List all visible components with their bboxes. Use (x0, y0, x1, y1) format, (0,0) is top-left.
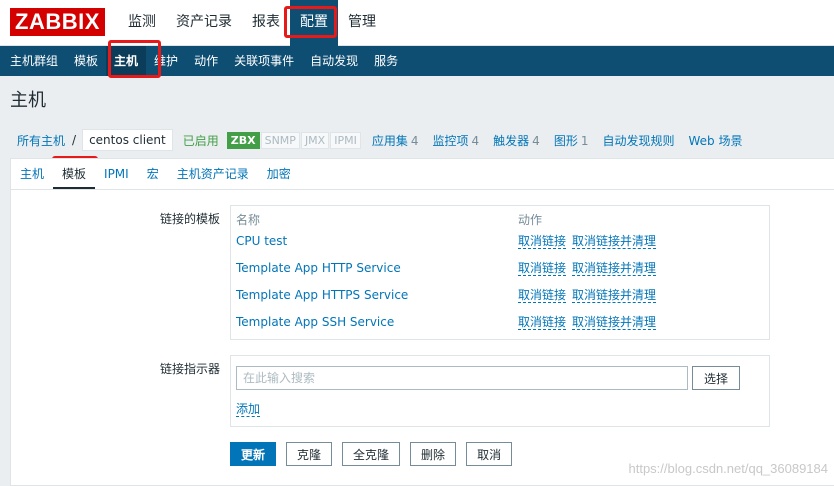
top-header: ZABBIX 监测 资产记录 报表 配置 管理 (0, 0, 834, 46)
template-name-link[interactable]: Template App HTTPS Service (236, 288, 408, 302)
tab-divider (11, 189, 834, 190)
template-name-link[interactable]: Template App SSH Service (236, 315, 394, 329)
unlink-button[interactable]: 取消链接 (518, 315, 567, 330)
unlink-and-clear-button[interactable]: 取消链接并清理 (572, 261, 657, 276)
unlink-button[interactable]: 取消链接 (518, 288, 567, 303)
template-name-link[interactable]: Template App HTTP Service (236, 261, 401, 275)
select-button[interactable]: 选择 (692, 366, 740, 390)
link-items[interactable]: 监控项 4 (433, 132, 480, 149)
submenu-discovery[interactable]: 自动发现 (302, 46, 366, 76)
submenu-host-groups[interactable]: 主机群组 (2, 46, 66, 76)
tab-templates[interactable]: 模板 (53, 159, 96, 189)
link-applications[interactable]: 应用集 4 (372, 132, 419, 149)
clone-button[interactable]: 克隆 (286, 442, 333, 466)
unlink-and-clear-button[interactable]: 取消链接并清理 (572, 288, 657, 303)
watermark: https://blog.csdn.net/qq_36089184 (628, 461, 829, 476)
host-breadcrumb: 所有主机 / centos client 已启用 ZBX SNMP JMX IP… (10, 124, 756, 156)
menu-configuration[interactable]: 配置 (290, 0, 338, 46)
availability-badges: ZBX SNMP JMX IPMI (226, 131, 362, 149)
submenu-maintenance[interactable]: 维护 (146, 46, 186, 76)
full-clone-button[interactable]: 全克隆 (342, 442, 401, 466)
submenu-hosts[interactable]: 主机 (106, 46, 147, 76)
breadcrumb-separator: / (72, 133, 77, 147)
menu-inventory[interactable]: 资产记录 (166, 0, 242, 46)
submenu-actions[interactable]: 动作 (186, 46, 226, 76)
linked-templates-label: 链接的模板 (159, 212, 220, 226)
sub-menu: 主机群组 模板 主机 维护 动作 关联项事件 自动发现 服务 (0, 46, 834, 76)
tab-macros[interactable]: 宏 (138, 159, 168, 189)
main-menu: 监测 资产记录 报表 配置 管理 (118, 0, 386, 46)
column-action-header: 动作 (518, 213, 543, 227)
unlink-button[interactable]: 取消链接 (518, 234, 567, 249)
badge-jmx: JMX (300, 131, 330, 149)
unlink-button[interactable]: 取消链接 (518, 261, 567, 276)
badge-zbx: ZBX (226, 131, 260, 149)
host-tabs: 主机 模板 IPMI 宏 主机资产记录 加密 (11, 159, 300, 189)
breadcrumb-current-host: centos client (82, 129, 173, 151)
cancel-button[interactable]: 取消 (466, 442, 513, 466)
link-triggers[interactable]: 触发器 4 (493, 132, 540, 149)
menu-reports[interactable]: 报表 (242, 0, 290, 46)
unlink-and-clear-button[interactable]: 取消链接并清理 (572, 315, 657, 330)
unlink-and-clear-button[interactable]: 取消链接并清理 (572, 234, 657, 249)
link-discovery-rules[interactable]: 自动发现规则 (602, 132, 674, 149)
menu-administration[interactable]: 管理 (338, 0, 386, 46)
update-button[interactable]: 更新 (230, 442, 277, 466)
link-graphs[interactable]: 图形 1 (554, 132, 589, 149)
menu-monitoring[interactable]: 监测 (118, 0, 166, 46)
submenu-templates[interactable]: 模板 (66, 46, 106, 76)
tab-encryption[interactable]: 加密 (258, 159, 300, 189)
link-web-scenarios[interactable]: Web 场景 (688, 132, 742, 149)
tab-host[interactable]: 主机 (11, 159, 53, 189)
column-name-header: 名称 (236, 213, 261, 227)
template-name-link[interactable]: CPU test (236, 234, 287, 248)
delete-button[interactable]: 删除 (410, 442, 457, 466)
submenu-event-correlation[interactable]: 关联项事件 (226, 46, 302, 76)
form-buttons: 更新 克隆 全克隆 删除 取消 (230, 442, 522, 466)
page-title: 主机 (10, 90, 46, 111)
template-search-input[interactable] (236, 366, 688, 390)
tab-inventory[interactable]: 主机资产记录 (168, 159, 258, 189)
badge-snmp: SNMP (260, 131, 300, 149)
link-new-templates-label: 链接指示器 (159, 362, 220, 376)
badge-ipmi: IPMI (330, 131, 361, 149)
host-status-enabled[interactable]: 已启用 (183, 132, 219, 149)
zabbix-logo[interactable]: ZABBIX (10, 8, 105, 36)
add-link[interactable]: 添加 (236, 402, 261, 417)
submenu-services[interactable]: 服务 (366, 46, 406, 76)
tab-ipmi[interactable]: IPMI (95, 159, 138, 189)
breadcrumb-all-hosts[interactable]: 所有主机 (17, 132, 65, 149)
